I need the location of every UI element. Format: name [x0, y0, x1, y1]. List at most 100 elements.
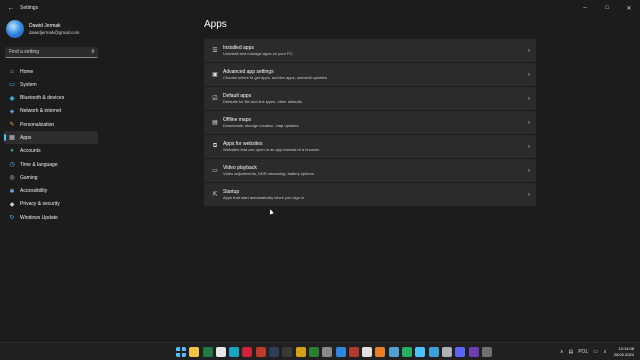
sidebar-item-label: Windows Update	[20, 214, 58, 221]
user-profile[interactable]: Dawid Jermak dawidjermak@gmail.com	[6, 20, 79, 38]
search-field[interactable]: Find a setting ⚲	[5, 47, 98, 58]
sidebar-item-home[interactable]: ⌂ Home	[4, 65, 98, 78]
map-icon: ▤	[212, 120, 218, 126]
clock[interactable]: 13:14:08 28.02.2024	[614, 346, 634, 357]
avatar	[6, 20, 24, 38]
app-k-icon[interactable]	[428, 347, 439, 357]
mouse-cursor	[268, 208, 274, 215]
card-subtitle: Websites that can open in an app instead…	[223, 146, 320, 152]
page-title: Apps	[204, 19, 227, 30]
close-icon[interactable]: ✕	[618, 0, 640, 16]
language-indicator[interactable]: POL	[578, 349, 588, 355]
settings-list: ☰ Installed apps Uninstall and manage apps…	[204, 39, 536, 207]
sidebar-item-network-internet[interactable]: ◈ Network & internet	[4, 105, 98, 118]
app-dots-icon[interactable]	[282, 347, 293, 357]
app-p-icon[interactable]	[441, 347, 452, 357]
sidebar-item-label: Accessibility	[20, 188, 48, 195]
settings-card-startup[interactable]: ⇱ Startup Apps that start automatically wh…	[204, 183, 536, 206]
sidebar-item-label: Home	[20, 68, 34, 75]
file-explorer-icon[interactable]	[189, 347, 200, 357]
chevron-right-icon: ›	[528, 191, 530, 198]
sidebar-item-label: Network & internet	[20, 108, 62, 115]
home-icon: ⌂	[10, 68, 14, 75]
maximize-icon[interactable]: □	[596, 0, 618, 16]
sidebar-item-bluetooth-devices[interactable]: ◉ Bluetooth & devices	[4, 92, 98, 105]
app-paper-icon[interactable]	[362, 347, 373, 357]
card-subtitle: Apps that start automatically when you s…	[223, 194, 305, 200]
default-apps-icon: ☑	[212, 96, 218, 102]
chevron-right-icon: ›	[528, 95, 530, 102]
accessibility-icon: ✱	[9, 188, 15, 195]
app-purple-icon[interactable]	[468, 347, 479, 357]
chevron-right-icon: ›	[528, 143, 530, 150]
clock-date: 28.02.2024	[613, 351, 634, 357]
app-b-icon[interactable]	[402, 347, 413, 357]
chrome-icon[interactable]	[215, 347, 226, 357]
sidebar-item-apps[interactable]: ▦ Apps	[4, 131, 98, 145]
controller-icon: ◎	[9, 175, 15, 182]
update-icon: ↻	[9, 215, 15, 222]
opera-icon[interactable]	[242, 347, 253, 357]
app-l-icon[interactable]	[295, 347, 306, 357]
network-icon[interactable]: ▤	[568, 349, 573, 355]
sidebar-item-accessibility[interactable]: ✱ Accessibility	[4, 185, 98, 198]
search-icon[interactable]: ⚲	[88, 49, 98, 55]
settings-card-video-playback[interactable]: ▭ Video playback Video adjustments, HDR st…	[204, 159, 536, 182]
volume-icon[interactable]: ♬	[603, 349, 608, 355]
sidebar-item-personalization[interactable]: ✎ Personalization	[4, 118, 98, 131]
bluetooth-icon: ◉	[9, 95, 15, 102]
search-input[interactable]: Find a setting	[9, 49, 88, 55]
settings-card-installed-apps[interactable]: ☰ Installed apps Uninstall and manage apps…	[204, 39, 536, 62]
sidebar-item-label: Time & language	[20, 161, 58, 168]
steam-icon[interactable]	[269, 347, 280, 357]
sidebar-item-windows-update[interactable]: ↻ Windows Update	[4, 211, 98, 224]
back-arrow-icon[interactable]: ←	[4, 0, 18, 16]
settings-card-advanced-app-settings[interactable]: ▣ Advanced app settings Choose where to ge…	[204, 63, 536, 86]
settings-icon[interactable]	[322, 347, 333, 357]
app-check-icon[interactable]	[415, 347, 426, 357]
startup-icon: ⇱	[212, 192, 218, 198]
start-icon[interactable]	[176, 347, 186, 357]
excel-icon[interactable]	[202, 347, 213, 357]
app-gray-icon[interactable]	[481, 347, 492, 357]
list-icon: ☰	[212, 48, 218, 54]
app-cup-icon[interactable]	[388, 347, 399, 357]
app-orange-icon[interactable]	[375, 347, 386, 357]
shield-icon: ◆	[9, 201, 15, 208]
sidebar-item-label: System	[20, 81, 37, 88]
app-green-icon[interactable]	[308, 347, 319, 357]
minimize-icon[interactable]: –	[574, 0, 596, 16]
sidebar-item-label: Apps	[20, 134, 32, 141]
sidebar-item-gaming[interactable]: ◎ Gaming	[4, 171, 98, 184]
chevron-right-icon: ›	[528, 119, 530, 126]
settings-card-default-apps[interactable]: ☑ Default apps Defaults for file and link …	[204, 87, 536, 110]
web-app-icon: ⧉	[212, 143, 218, 149]
settings-card-apps-for-websites[interactable]: ⧉ Apps for websites Websites that can open…	[204, 135, 536, 158]
edge-icon[interactable]	[229, 347, 240, 357]
sidebar-item-label: Personalization	[20, 121, 55, 128]
display-icon[interactable]: ▭	[593, 349, 598, 355]
chevron-right-icon: ›	[528, 71, 530, 78]
apps-icon: ▦	[9, 135, 15, 142]
taskbar: ∧ ▤ POL ▭ ♬ 13:14:08 28.02.2024	[0, 342, 640, 360]
card-subtitle: Defaults for file and link types, other …	[223, 98, 302, 104]
app-settings-icon: ▣	[212, 72, 218, 78]
mail-icon[interactable]	[335, 347, 346, 357]
taskbar-apps	[176, 347, 495, 357]
brush-icon: ✎	[9, 122, 15, 129]
sidebar-item-privacy-security[interactable]: ◆ Privacy & security	[4, 198, 98, 211]
title-bar: ← Settings	[0, 0, 640, 16]
sidebar-item-accounts[interactable]: ● Accounts	[4, 145, 98, 158]
person-icon: ●	[10, 148, 14, 155]
app-red-icon[interactable]	[255, 347, 266, 357]
app-v-icon[interactable]	[348, 347, 359, 357]
tray-chevron-icon[interactable]: ∧	[560, 349, 564, 355]
sidebar-nav: ⌂ Home ▭ System ◉ Bluetooth & devices ◈ Network…	[4, 65, 98, 225]
globe-clock-icon: ◷	[9, 162, 15, 169]
user-email: dawidjermak@gmail.com	[29, 29, 80, 35]
settings-card-offline-maps[interactable]: ▤ Offline maps Downloads, storage location…	[204, 111, 536, 134]
sidebar-item-time-language[interactable]: ◷ Time & language	[4, 158, 98, 171]
discord-icon[interactable]	[455, 347, 466, 357]
sidebar-item-label: Gaming	[20, 174, 38, 181]
sidebar-item-system[interactable]: ▭ System	[4, 78, 98, 91]
